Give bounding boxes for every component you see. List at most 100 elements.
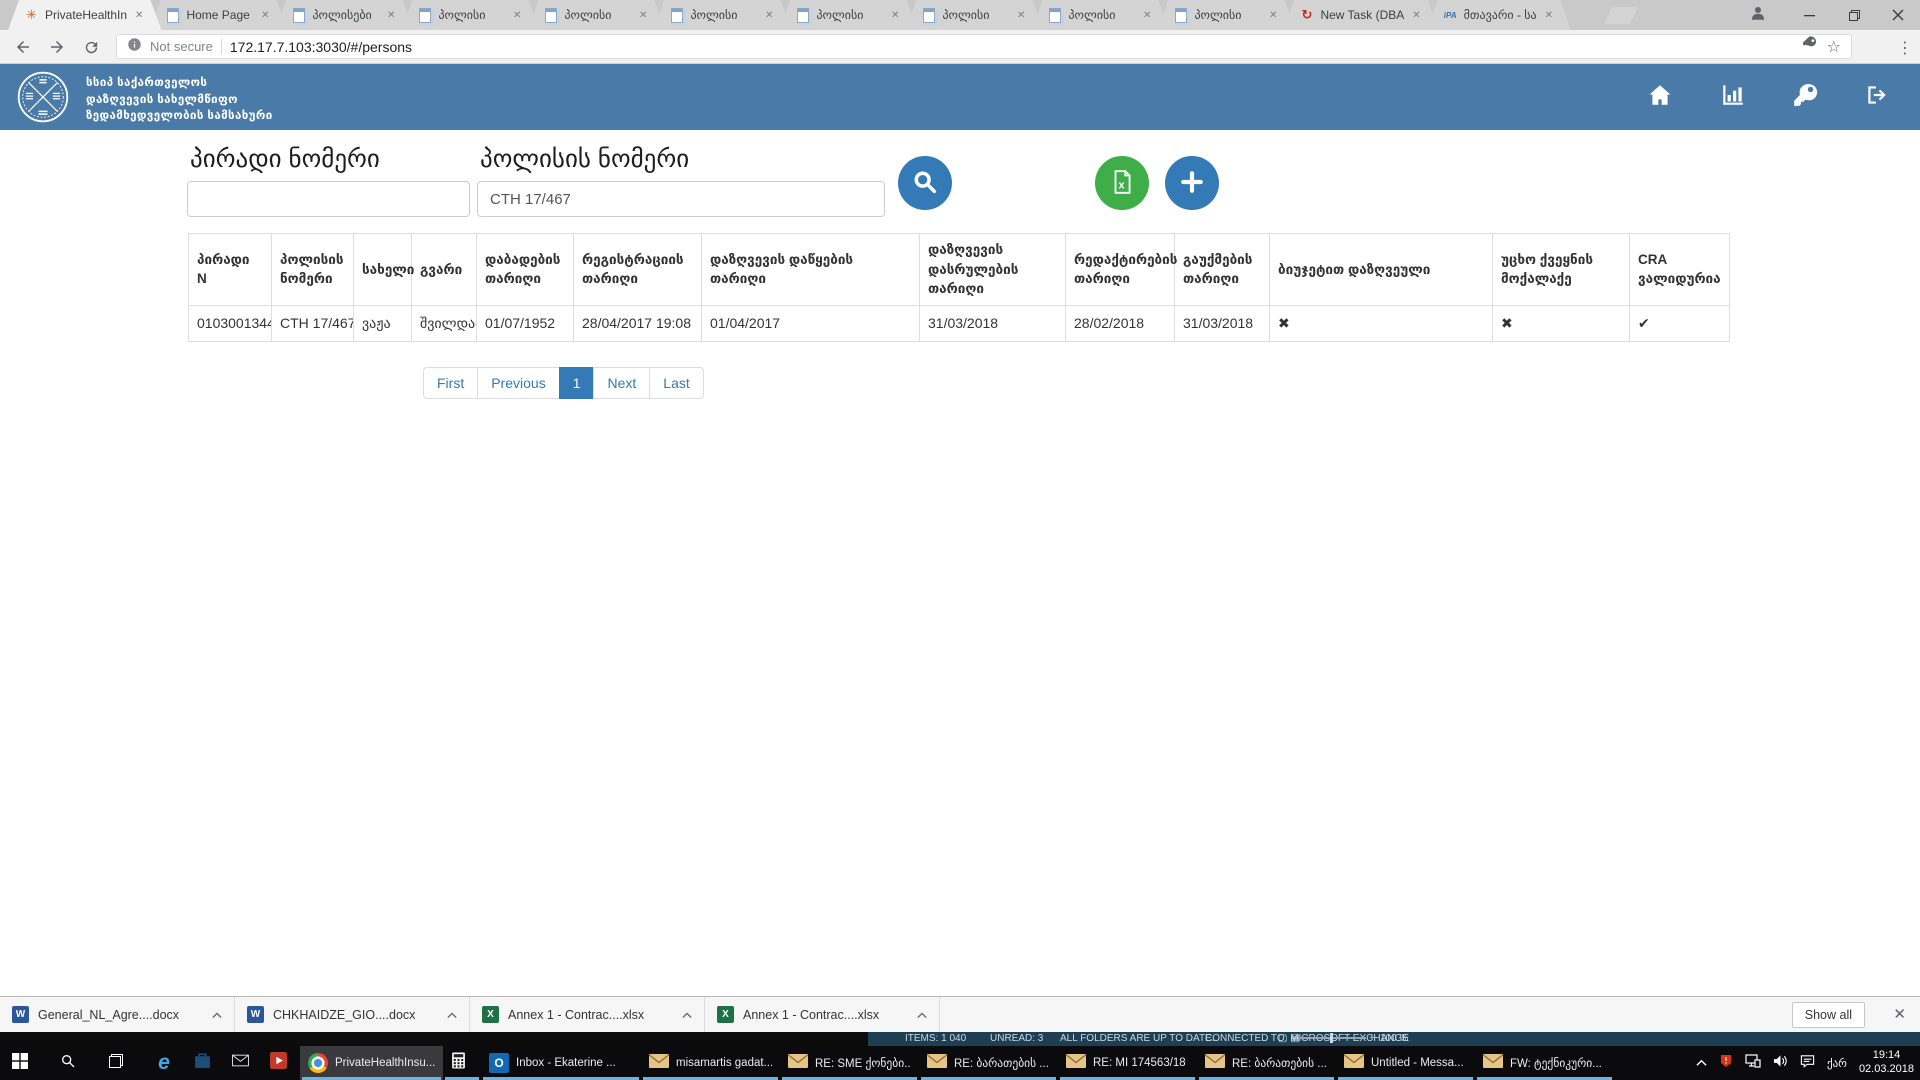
back-button[interactable] — [12, 37, 34, 57]
download-item[interactable]: XAnnex 1 - Contrac....xlsx — [470, 997, 705, 1032]
envelope-icon — [1205, 1054, 1225, 1073]
personal-number-label: პირადი ნომერი — [190, 144, 380, 174]
browser-tab[interactable]: პოლისი✕ — [1157, 0, 1295, 30]
outlook-unread-count: UNREAD: 3 — [990, 1033, 1043, 1044]
browser-tab[interactable]: ✳PrivateHealthIn✕ — [8, 0, 161, 30]
outlook-zoom-level[interactable]: 100 % — [1380, 1033, 1408, 1044]
taskbar-window-envelope[interactable]: RE: MI 174563/18 ... — [1058, 1046, 1197, 1080]
download-item[interactable]: WCHKHAIDZE_GIO....docx — [235, 997, 470, 1032]
taskbar-window-envelope[interactable]: RE: ბარათების ... — [919, 1046, 1058, 1080]
pagination-item[interactable]: Last — [649, 367, 703, 399]
bookmark-star-icon[interactable]: ☆ — [1827, 37, 1841, 57]
show-all-downloads-button[interactable]: Show all — [1792, 1002, 1865, 1028]
notifications-icon[interactable] — [1800, 1054, 1815, 1073]
zoom-in-icon[interactable]: + — [1369, 1033, 1375, 1044]
mail-app-pinned-button[interactable] — [220, 1046, 260, 1080]
tab-close-icon[interactable]: ✕ — [385, 9, 397, 22]
window-minimize-button[interactable] — [1788, 0, 1832, 30]
download-filename: General_NL_Agre....docx — [38, 1008, 203, 1022]
taskbar-search-button[interactable] — [48, 1046, 88, 1080]
window-close-button[interactable] — [1876, 0, 1920, 30]
address-bar[interactable]: Not secure 172.17.7.103:3030/#/persons ☆ — [116, 34, 1852, 59]
home-nav-button[interactable] — [1645, 82, 1675, 112]
taskbar-window-envelope[interactable]: RE: SME ქონები... — [780, 1046, 919, 1080]
tab-close-icon[interactable]: ✕ — [1267, 9, 1279, 22]
tab-close-icon[interactable]: ✕ — [1410, 9, 1422, 22]
browser-tab[interactable]: პოლისები✕ — [275, 0, 413, 30]
browser-tab[interactable]: პოლისი✕ — [905, 0, 1043, 30]
envelope-icon — [1483, 1054, 1503, 1073]
taskbar-window-envelope[interactable]: RE: ბარათების ... — [1197, 1046, 1336, 1080]
reports-nav-button[interactable] — [1718, 82, 1748, 112]
profile-avatar-icon — [1749, 4, 1767, 27]
taskbar-window-envelope[interactable]: misamartis gadat... — [641, 1046, 780, 1080]
browser-tab[interactable]: პოლისი✕ — [653, 0, 791, 30]
store-pinned-button[interactable] — [182, 1046, 222, 1080]
password-nav-button[interactable] — [1790, 82, 1820, 112]
browser-tab[interactable]: Home Page✕ — [149, 0, 287, 30]
download-caret-icon[interactable] — [682, 1006, 692, 1024]
download-caret-icon[interactable] — [917, 1006, 927, 1024]
tab-close-icon[interactable]: ✕ — [889, 9, 901, 22]
taskbar-window-calculator[interactable] — [443, 1046, 481, 1080]
tab-close-icon[interactable]: ✕ — [511, 9, 523, 22]
tab-close-icon[interactable]: ✕ — [133, 9, 145, 22]
antivirus-warning-icon[interactable] — [1719, 1054, 1733, 1073]
download-item[interactable]: WGeneral_NL_Agre....docx — [0, 997, 235, 1032]
tab-close-icon[interactable]: ✕ — [1141, 9, 1153, 22]
zoom-slider[interactable] — [1300, 1037, 1366, 1039]
downloads-bar-close-icon[interactable]: ✕ — [1893, 1005, 1906, 1023]
window-maximize-button[interactable] — [1832, 0, 1876, 30]
taskbar-window-envelope[interactable]: FW: ტექნიკური... — [1475, 1046, 1614, 1080]
taskbar-clock[interactable]: 19:14 02.03.2018 — [1859, 1049, 1914, 1077]
saved-password-key-icon[interactable] — [1803, 36, 1819, 57]
tab-close-icon[interactable]: ✕ — [1543, 9, 1555, 22]
taskbar-window-chrome[interactable]: PrivateHealthInsu... — [300, 1046, 443, 1080]
export-excel-button[interactable]: x — [1095, 156, 1149, 210]
taskbar-window-envelope[interactable]: Untitled - Messa... — [1336, 1046, 1475, 1080]
pagination-item[interactable]: First — [423, 367, 478, 399]
tray-chevron-icon[interactable] — [1696, 1054, 1707, 1072]
media-app-pinned-button[interactable] — [258, 1046, 298, 1080]
pagination-item[interactable]: 1 — [559, 367, 595, 399]
browser-profile-button[interactable] — [1736, 0, 1780, 30]
start-button[interactable] — [0, 1046, 40, 1080]
refresh-button[interactable] — [80, 37, 102, 57]
url-text[interactable]: 172.17.7.103:3030/#/persons — [230, 39, 1795, 55]
task-view-button[interactable] — [96, 1046, 136, 1080]
tab-close-icon[interactable]: ✕ — [259, 9, 271, 22]
pagination-item[interactable]: Previous — [477, 367, 559, 399]
browser-tab[interactable]: პოლისი✕ — [1031, 0, 1169, 30]
download-caret-icon[interactable] — [212, 1006, 222, 1024]
system-tray: ქარ 19:14 02.03.2018 — [1696, 1046, 1914, 1080]
network-icon[interactable] — [1745, 1054, 1761, 1073]
edge-pinned-button[interactable]: e — [144, 1046, 184, 1080]
browser-tab[interactable]: ↻New Task (DBA✕ — [1283, 0, 1438, 30]
forward-button[interactable] — [46, 37, 68, 57]
tab-close-icon[interactable]: ✕ — [1015, 9, 1027, 22]
language-indicator[interactable]: ქარ — [1827, 1057, 1847, 1070]
search-taskbar-icon — [60, 1053, 76, 1074]
add-person-button[interactable] — [1165, 156, 1219, 210]
browser-tab[interactable]: პოლისი✕ — [779, 0, 917, 30]
search-button[interactable] — [898, 156, 952, 210]
org-name: სსიპ საქართველოს დაზღვევის სახელმწიფო ზე… — [86, 75, 273, 125]
zoom-out-icon[interactable]: – — [1292, 1033, 1298, 1044]
download-caret-icon[interactable] — [447, 1006, 457, 1024]
taskbar-window-outlook[interactable]: OInbox - Ekaterine ... — [481, 1046, 641, 1080]
browser-tab[interactable]: პოლისი✕ — [527, 0, 665, 30]
download-item[interactable]: XAnnex 1 - Contrac....xlsx — [705, 997, 940, 1032]
browser-tab[interactable]: iPAმთავარი - სა✕ — [1427, 0, 1571, 30]
logout-nav-button[interactable] — [1862, 82, 1892, 112]
browser-menu-icon[interactable]: ⋮ — [1896, 38, 1914, 58]
table-row[interactable]: 01030013445CTH 17/467ვაჟაშვილდაძე01/07/1… — [189, 305, 1730, 341]
new-tab-button[interactable] — [1604, 7, 1638, 24]
pagination-item[interactable]: Next — [593, 367, 650, 399]
browser-tab[interactable]: პოლისი✕ — [401, 0, 539, 30]
tab-close-icon[interactable]: ✕ — [763, 9, 775, 22]
speaker-icon[interactable] — [1773, 1054, 1788, 1073]
tab-close-icon[interactable]: ✕ — [637, 9, 649, 22]
policy-number-input[interactable] — [477, 181, 885, 217]
personal-number-input[interactable] — [187, 181, 470, 217]
browser-toolbar: Not secure 172.17.7.103:3030/#/persons ☆… — [0, 30, 1920, 64]
